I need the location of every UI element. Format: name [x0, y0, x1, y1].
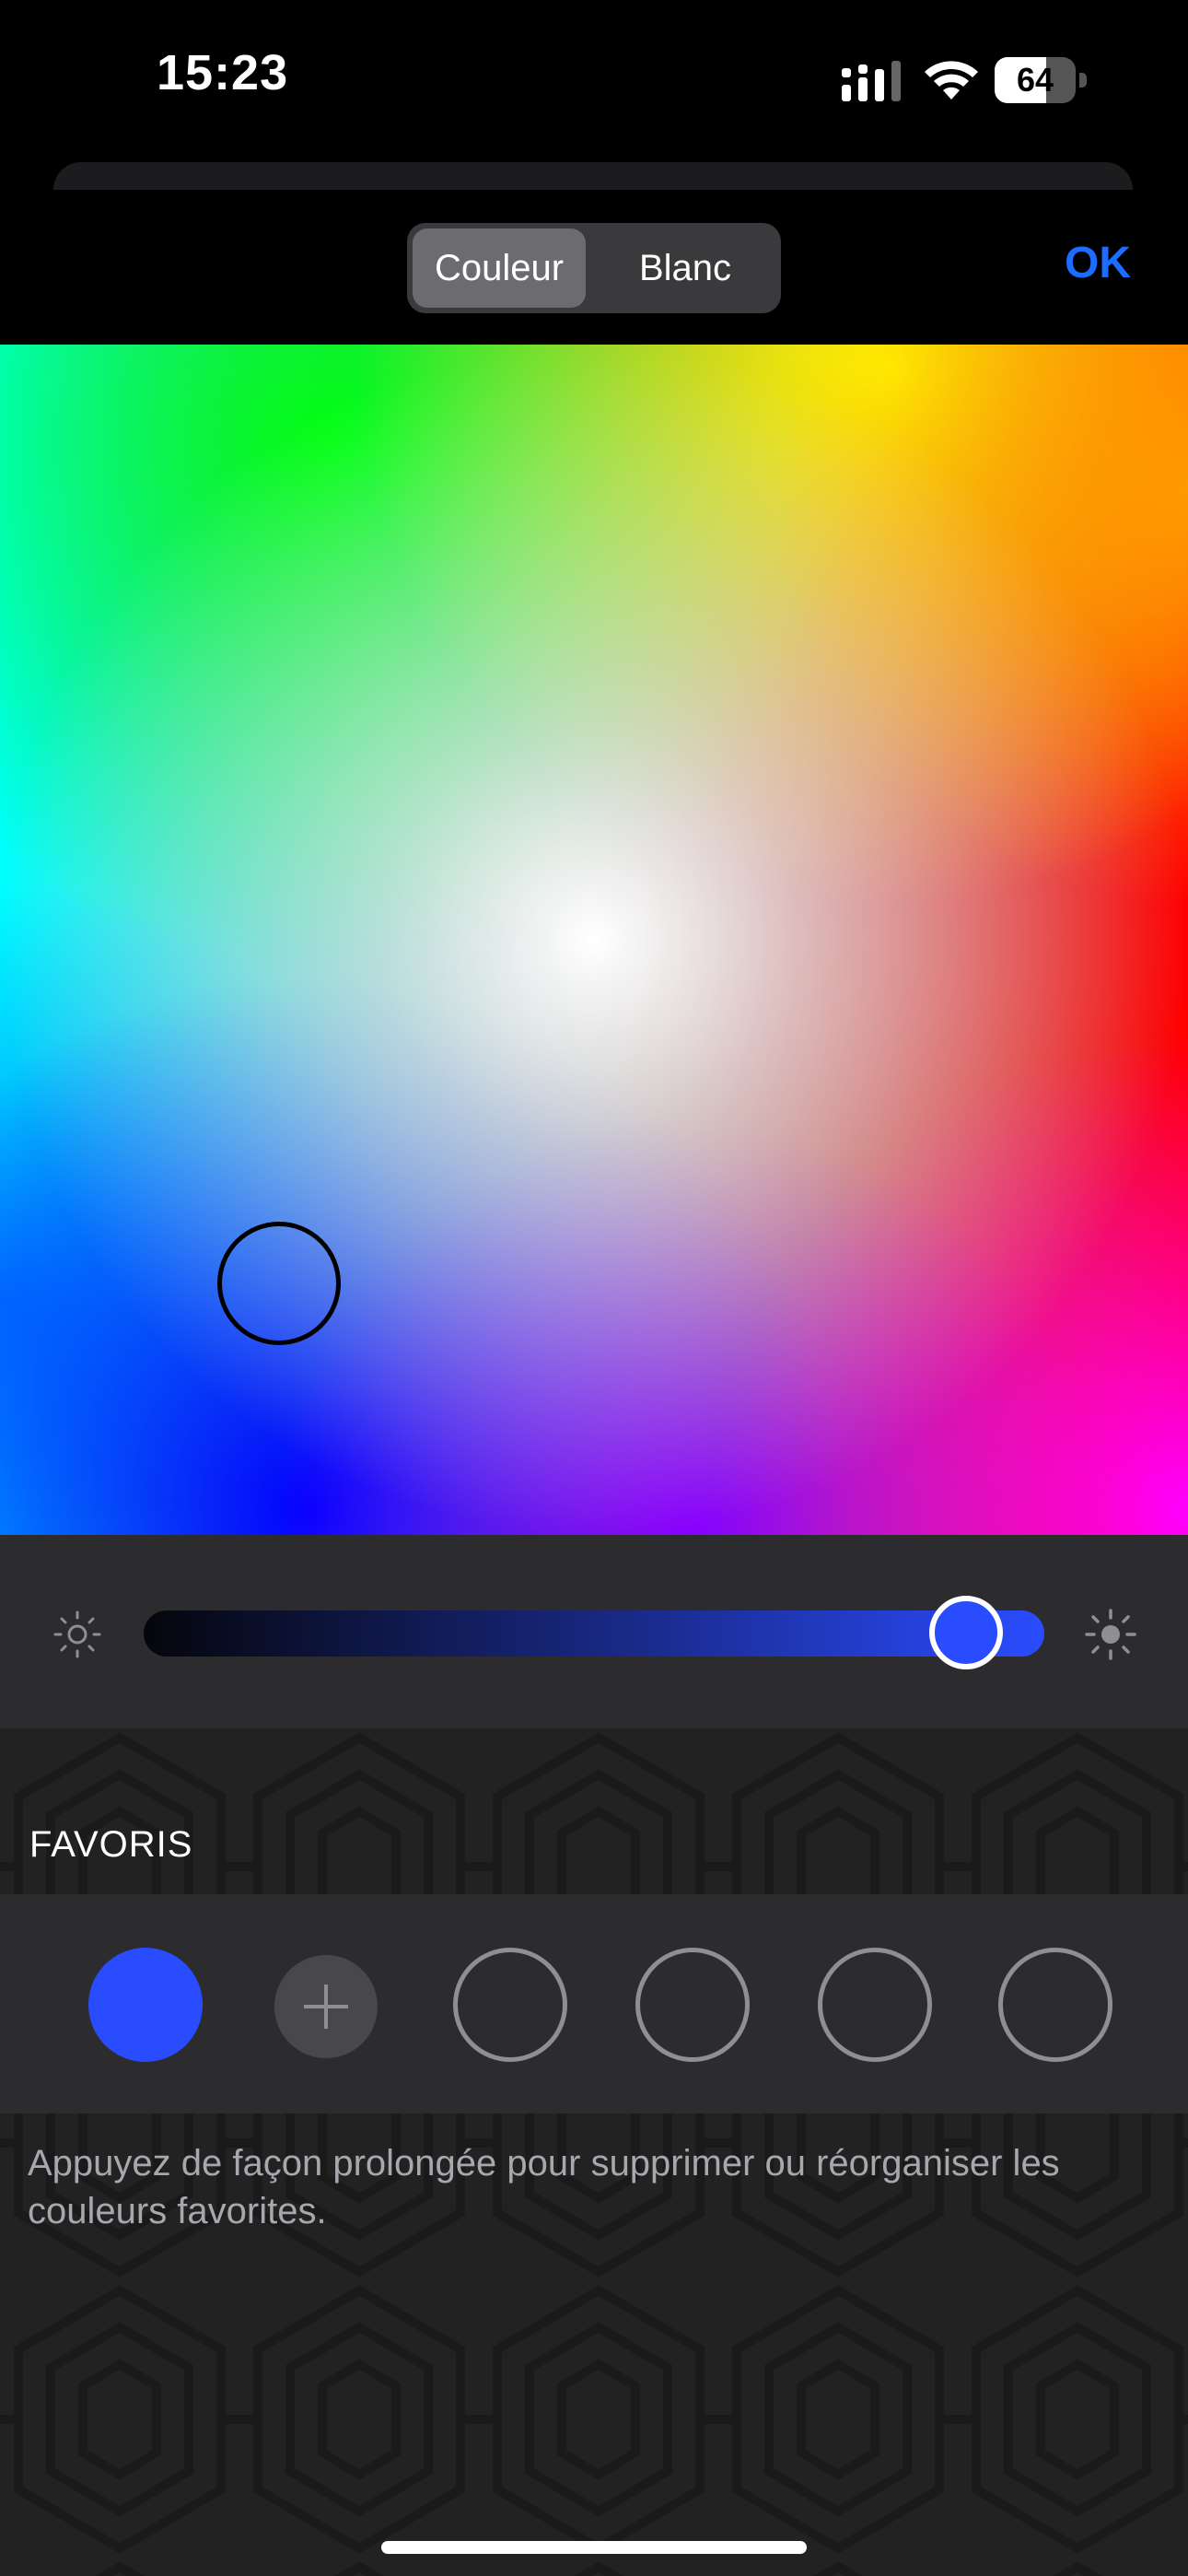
status-time: 15:23	[157, 45, 289, 100]
home-indicator[interactable]	[381, 2541, 807, 2554]
brightness-slider[interactable]	[144, 1610, 1044, 1657]
wifi-icon	[925, 61, 978, 100]
cellular-signal-icon	[842, 61, 901, 101]
add-favorite-button[interactable]	[274, 1955, 378, 2058]
segment-blanc[interactable]: Blanc	[595, 228, 775, 308]
sun-bright-icon	[1085, 1609, 1136, 1660]
favorites-hint: Appuyez de façon prolongée pour supprime…	[28, 2143, 1060, 2231]
mode-segmented-control: Couleur Blanc	[407, 223, 781, 313]
segment-couleur[interactable]: Couleur	[413, 228, 586, 308]
battery-icon: 64	[995, 57, 1087, 103]
favorite-color-swatch[interactable]	[88, 1948, 203, 2062]
battery-level: 64	[1016, 61, 1054, 99]
color-wheel[interactable]	[0, 345, 1188, 1535]
brightness-slider-thumb[interactable]	[929, 1596, 1004, 1669]
color-picker-handle[interactable]	[217, 1222, 341, 1345]
empty-favorite-slot[interactable]	[998, 1948, 1112, 2062]
empty-favorite-slot[interactable]	[635, 1948, 750, 2062]
empty-favorite-slot[interactable]	[818, 1948, 932, 2062]
plus-icon	[304, 1985, 348, 2029]
empty-favorite-slot[interactable]	[453, 1948, 567, 2062]
ok-button[interactable]: OK	[1065, 238, 1131, 288]
favorites-title: FAVORIS	[29, 1824, 193, 1865]
sheet-edge	[53, 162, 1133, 190]
sun-dim-icon	[53, 1610, 101, 1658]
